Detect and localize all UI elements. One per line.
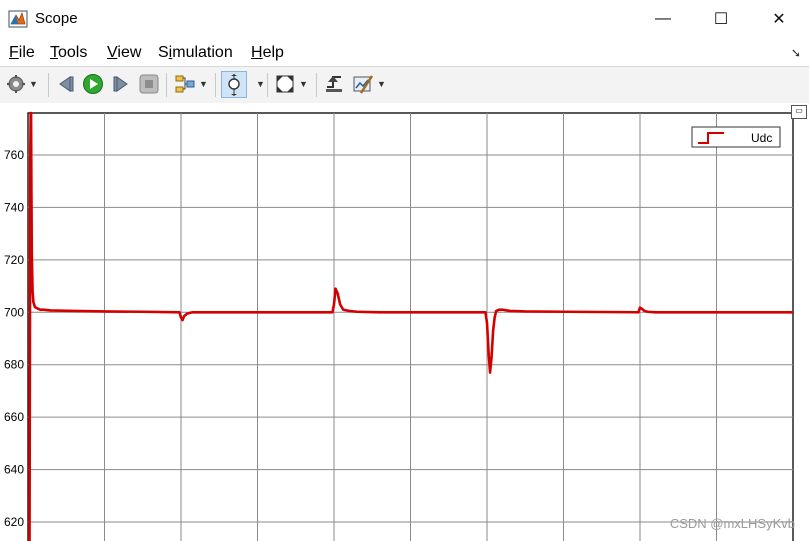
cursor-measure-icon (326, 76, 342, 92)
scope-plot[interactable]: 620 640 660 680 700 720 740 760 Udc (0, 103, 809, 541)
zoom-button[interactable] (221, 71, 247, 98)
toolbar-separator (316, 73, 317, 97)
style-icon (353, 75, 374, 94)
toolbar-separator (267, 73, 268, 97)
stop-icon (139, 74, 159, 94)
signal-select-icon (175, 75, 195, 93)
scope-display[interactable]: 620 640 660 680 700 720 740 760 Udc ▭ CSDN @mxL… (0, 103, 809, 541)
y-tick-label: 620 (4, 515, 24, 529)
y-tick-label: 700 (4, 305, 24, 319)
cursor-measure-button[interactable] (323, 72, 345, 96)
chevron-down-icon: ▼ (29, 79, 38, 89)
y-tick-label: 760 (4, 148, 24, 162)
close-icon: ✕ (772, 11, 786, 28)
autoscale-icon (276, 75, 294, 93)
title-bar: Scope — ☐ ✕ (0, 0, 809, 38)
legend[interactable]: Udc (691, 126, 781, 148)
undock-arrow-icon[interactable]: ➘ (791, 46, 801, 60)
chevron-down-icon: ▼ (377, 79, 386, 89)
menu-view[interactable]: View (107, 44, 141, 62)
settings-icon (7, 75, 25, 93)
stop-button[interactable] (138, 72, 160, 96)
step-forward-icon (113, 76, 128, 92)
toolbar: ▼ ▼ ▼ ▼ ▼ (0, 66, 809, 104)
chevron-down-icon: ▼ (199, 79, 208, 89)
step-back-button[interactable] (55, 72, 77, 96)
legend-label-udc: Udc (751, 131, 772, 145)
y-tick-label: 640 (4, 463, 24, 477)
close-button[interactable]: ✕ (756, 4, 802, 34)
chevron-down-icon[interactable]: ▼ (256, 79, 265, 89)
step-back-icon (59, 76, 74, 92)
autoscale-button[interactable]: ▼ (274, 72, 308, 96)
menu-file[interactable]: File (9, 44, 35, 62)
y-tick-label: 660 (4, 410, 24, 424)
run-button[interactable] (82, 72, 104, 96)
maximize-icon: ☐ (713, 11, 729, 28)
run-icon (83, 74, 103, 94)
minimize-button[interactable]: — (640, 4, 686, 34)
style-button[interactable]: ▼ (352, 72, 386, 96)
matlab-logo-icon (8, 9, 28, 29)
step-forward-button[interactable] (110, 72, 132, 96)
toolbar-separator (166, 73, 167, 97)
window-title: Scope (35, 10, 78, 27)
menu-simulation[interactable]: Simulation (158, 44, 233, 62)
minimize-icon: — (655, 10, 671, 27)
menu-tools[interactable]: Tools (50, 44, 87, 62)
dock-button[interactable]: ▭ (791, 105, 807, 119)
chevron-down-icon: ▼ (299, 79, 308, 89)
settings-button[interactable]: ▼ (6, 72, 38, 96)
toolbar-separator (48, 73, 49, 97)
maximize-button[interactable]: ☐ (698, 4, 744, 34)
zoom-icon (228, 73, 240, 96)
watermark: CSDN @mxLHSyKvb (669, 516, 795, 531)
y-tick-label: 720 (4, 253, 24, 267)
menu-bar: File Tools View Simulation Help ➘ (0, 38, 809, 66)
restore-icon: ▭ (795, 106, 803, 115)
y-tick-label: 680 (4, 358, 24, 372)
menu-help[interactable]: Help (251, 44, 284, 62)
signal-select-button[interactable]: ▼ (174, 72, 208, 96)
y-tick-labels: 620 640 660 680 700 720 740 760 (4, 148, 24, 529)
toolbar-separator (215, 73, 216, 97)
y-tick-label: 740 (4, 200, 24, 214)
